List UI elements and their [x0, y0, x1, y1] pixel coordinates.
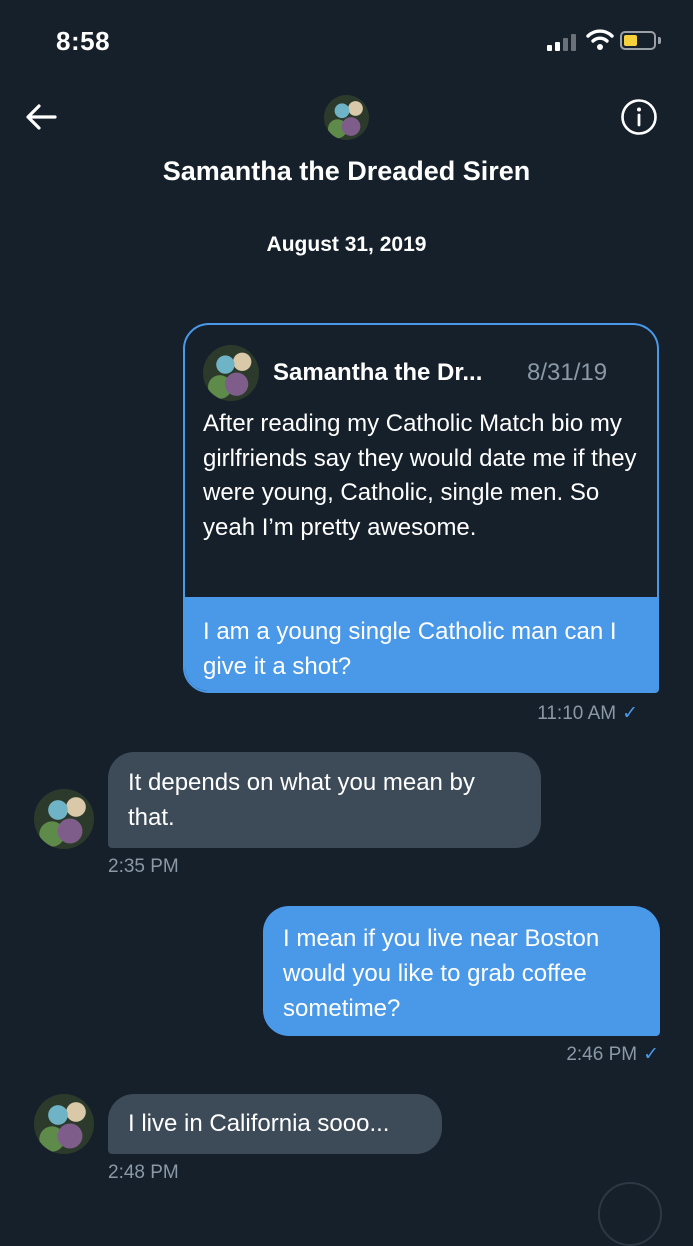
quoted-tweet-message[interactable]: Samantha the Dr... 8/31/19 After reading…	[183, 323, 659, 693]
sent-message-bubble[interactable]: I mean if you live near Boston would you…	[263, 906, 660, 1036]
sender-avatar[interactable]	[34, 1094, 94, 1154]
quoted-tweet-date: 8/31/19	[527, 359, 608, 386]
header-avatar[interactable]	[324, 95, 369, 140]
message-timestamp: 2:48 PM	[108, 1162, 179, 1183]
quoted-tweet-reply: I am a young single Catholic man can I g…	[185, 597, 657, 691]
checkmark-icon: ✓	[622, 703, 638, 724]
message-timestamp: 2:35 PM	[108, 856, 179, 877]
timestamp-text: 11:10 AM	[537, 703, 617, 724]
received-message-bubble[interactable]: It depends on what you mean by that.	[108, 752, 541, 848]
wifi-icon	[586, 29, 614, 50]
checkmark-icon: ✓	[643, 1044, 659, 1065]
timestamp-text: 2:46 PM	[566, 1044, 638, 1065]
received-message-bubble[interactable]: I live in California sooo...	[108, 1094, 442, 1154]
quoted-tweet-avatar	[203, 345, 259, 401]
conversation-title[interactable]: Samantha the Dreaded Siren	[0, 156, 693, 187]
scroll-down-button[interactable]	[598, 1182, 662, 1246]
message-timestamp: 2:46 PM ✓	[566, 1043, 659, 1066]
quoted-tweet-text: After reading my Catholic Match bio my g…	[203, 410, 637, 541]
arrow-left-icon[interactable]	[24, 100, 58, 134]
signal-icon	[547, 33, 577, 51]
date-separator: August 31, 2019	[266, 233, 427, 256]
message-timestamp: 11:10 AM ✓	[537, 702, 638, 725]
battery-tip	[658, 37, 661, 44]
info-icon[interactable]	[620, 98, 658, 136]
sender-avatar[interactable]	[34, 789, 94, 849]
status-time: 8:58	[56, 26, 111, 56]
battery-icon	[620, 31, 656, 50]
quoted-tweet-author: Samantha the Dr...	[273, 359, 483, 386]
